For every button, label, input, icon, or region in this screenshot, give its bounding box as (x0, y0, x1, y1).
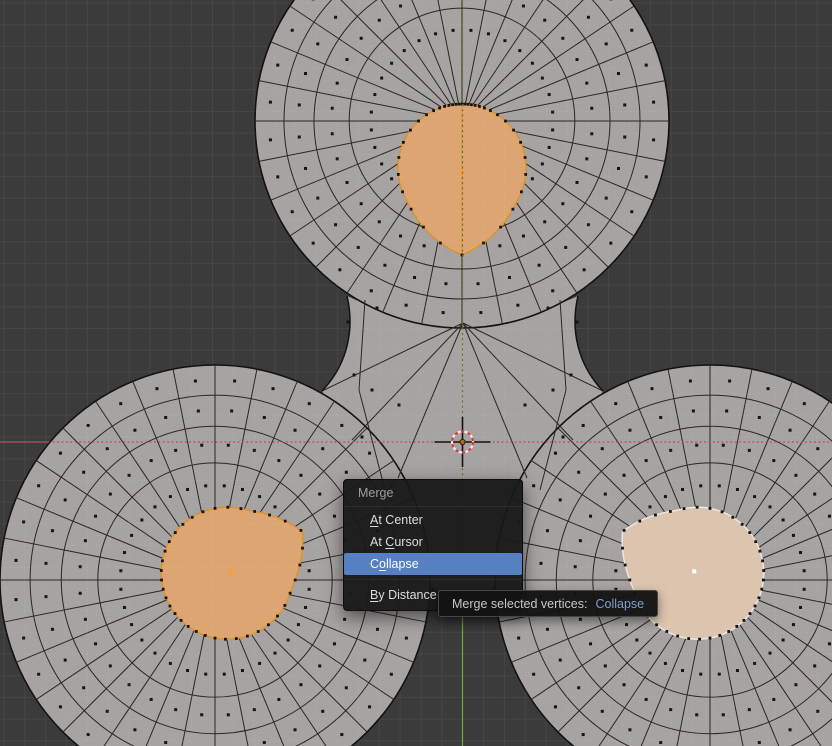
menu-title: Merge (344, 482, 522, 504)
menu-separator (344, 579, 522, 580)
tooltip-value: Collapse (595, 597, 644, 611)
selection-center-face-dot (229, 569, 233, 573)
selection-center-face-dot (692, 569, 696, 573)
menu-separator (344, 506, 522, 507)
menu-item-collapse[interactable]: Collapse (344, 553, 522, 575)
menu-item-at-cursor[interactable]: At Cursor (344, 531, 522, 553)
menu-item-at-center[interactable]: At Center (344, 509, 522, 531)
viewport-scene (0, 0, 832, 746)
operator-tooltip: Merge selected vertices: Collapse (438, 590, 658, 617)
object-origin-dot (460, 439, 465, 444)
tooltip-label: Merge selected vertices: (452, 597, 587, 611)
blender-3d-viewport[interactable]: Merge At CenterAt CursorCollapseBy Dista… (0, 0, 832, 746)
